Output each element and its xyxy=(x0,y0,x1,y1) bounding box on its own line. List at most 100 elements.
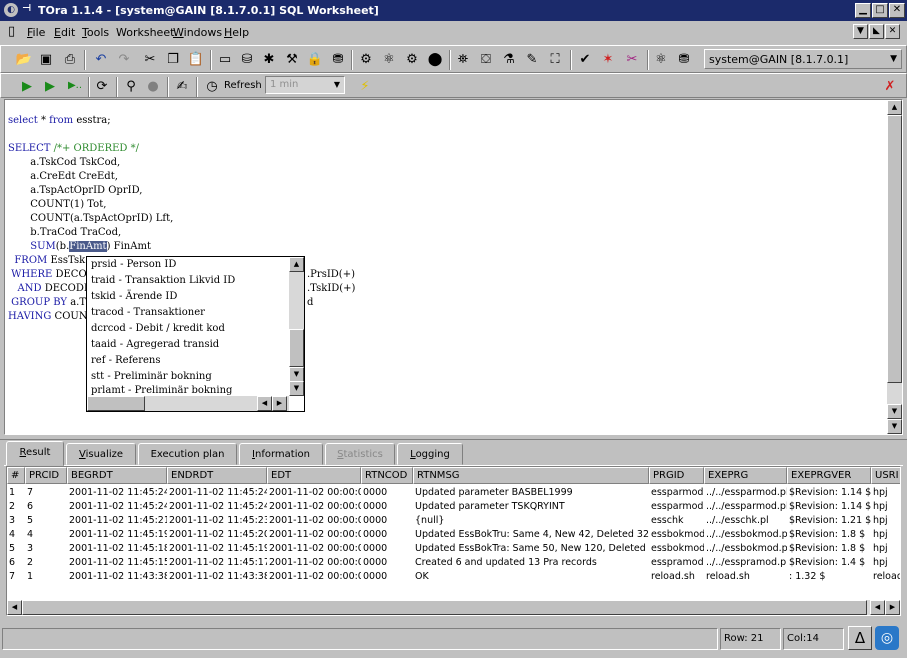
menu-help[interactable]: Help xyxy=(224,26,249,39)
scroll-down-button[interactable]: ▼ xyxy=(887,419,902,434)
tab-result[interactable]: Result xyxy=(6,441,64,466)
completion-item[interactable]: prsid - Person ID xyxy=(91,259,176,270)
menu-tools[interactable]: Tools xyxy=(82,26,109,39)
splitter[interactable] xyxy=(0,436,907,440)
menu-worksheet[interactable]: Worksheet xyxy=(116,26,174,39)
editor-vertical-scrollbar[interactable]: ▲ ▼ ▼ xyxy=(887,100,902,434)
completion-popup[interactable]: prsid - Person ID traid - Transaktion Li… xyxy=(86,256,305,412)
mdi-close-button[interactable]: ✕ xyxy=(885,24,900,39)
close-connection-icon[interactable]: ⛃ xyxy=(675,50,693,68)
tab-visualize[interactable]: Visualize xyxy=(66,443,136,465)
clear-icon[interactable]: ✗ xyxy=(881,77,899,95)
explain-plan-icon[interactable]: ✍ xyxy=(173,77,191,95)
completion-item[interactable]: traid - Transaktion Likvid ID xyxy=(91,275,235,286)
refresh-icon[interactable]: ⟳ xyxy=(93,77,111,95)
stop-icon[interactable]: ● xyxy=(144,77,162,95)
undo-icon[interactable]: ↶ xyxy=(92,50,110,68)
execute-step-icon[interactable]: ▶ xyxy=(41,77,59,95)
database-icon[interactable]: ⛃ xyxy=(329,50,347,68)
sql-output-icon[interactable]: ⚙ xyxy=(357,50,375,68)
completion-item[interactable]: tskid - Ärende ID xyxy=(91,291,177,302)
column-header[interactable]: EXEPRG xyxy=(704,467,787,484)
cut-icon[interactable]: ✂ xyxy=(141,50,159,68)
extract-icon[interactable]: ⛯ xyxy=(454,50,472,68)
storage-icon[interactable]: ⚒ xyxy=(283,50,301,68)
tuning-icon[interactable]: ⬤ xyxy=(426,50,444,68)
column-header[interactable]: USRI xyxy=(871,467,900,484)
object-icon[interactable]: ⛶ xyxy=(546,50,564,68)
completion-item[interactable]: taaid - Agregerad transid xyxy=(91,339,219,350)
title-bar[interactable]: ◐ ⊣ TOra 1.1.4 - [system@GAIN [8.1.7.0.1… xyxy=(0,0,907,21)
scroll-left-button[interactable]: ◀ xyxy=(7,600,22,615)
copy-icon[interactable]: ❐ xyxy=(164,50,182,68)
redo-icon[interactable]: ↷ xyxy=(115,50,133,68)
refresh-interval-select[interactable]: 1 min ▼ xyxy=(265,76,345,94)
scroll-left-button[interactable]: ◀ xyxy=(257,396,272,411)
scroll-thumb[interactable] xyxy=(289,329,304,367)
mdi-restore-button[interactable]: ◣ xyxy=(869,24,884,39)
connection-select[interactable]: system@GAIN [8.1.7.0.1] ▼ xyxy=(704,49,902,69)
rollback-star-icon[interactable]: ✶ xyxy=(599,50,617,68)
column-header[interactable]: PRCID xyxy=(25,467,67,484)
menu-file[interactable]: File xyxy=(27,26,45,39)
disconnect-icon[interactable]: ✂ xyxy=(623,50,641,68)
window-menu-icon[interactable]: ◐ xyxy=(4,3,18,17)
commit-icon[interactable]: ✔ xyxy=(576,50,594,68)
scroll-down-button[interactable]: ▼ xyxy=(887,404,902,419)
scroll-up-button[interactable]: ▲ xyxy=(289,257,304,272)
completion-item[interactable]: dcrcod - Debit / kredit kod xyxy=(91,323,225,334)
maximize-button[interactable]: □ xyxy=(872,3,888,18)
column-header[interactable]: EDT xyxy=(267,467,361,484)
scroll-thumb[interactable] xyxy=(22,600,867,615)
paste-icon[interactable]: 📋 xyxy=(187,50,205,68)
schema-browser-icon[interactable]: ⛁ xyxy=(238,50,256,68)
close-button[interactable]: ✕ xyxy=(889,3,905,18)
template-icon[interactable]: ⛋ xyxy=(477,50,495,68)
scroll-thumb[interactable] xyxy=(87,396,145,411)
tab-logging[interactable]: Logging xyxy=(397,443,463,465)
completion-item[interactable]: stt - Preliminär bokning xyxy=(91,371,212,382)
completion-horizontal-scrollbar[interactable]: ◀ ▶ xyxy=(87,396,289,411)
scroll-left-button[interactable]: ◀ xyxy=(870,600,885,615)
wand-icon[interactable]: ✎ xyxy=(523,50,541,68)
scroll-down-button[interactable]: ▼ xyxy=(289,381,304,396)
lightning-icon[interactable]: ⚡ xyxy=(356,77,374,95)
debugger-icon[interactable]: ✱ xyxy=(260,50,278,68)
open-file-icon[interactable]: 📂 xyxy=(15,50,33,68)
scroll-thumb[interactable] xyxy=(887,115,902,383)
new-sheet-icon[interactable]: ▭ xyxy=(216,50,234,68)
scroll-right-button[interactable]: ▶ xyxy=(885,600,900,615)
completion-vertical-scrollbar[interactable]: ▲ ▼ ▼ xyxy=(289,257,304,396)
column-header[interactable]: PRGID xyxy=(649,467,704,484)
menu-windows[interactable]: Windows xyxy=(173,26,222,39)
results-horizontal-scrollbar[interactable]: ◀ ◀ ▶ xyxy=(7,600,900,615)
mdi-minimize-button[interactable]: ▼ xyxy=(853,24,868,39)
tab-execution-plan[interactable]: Execution plan xyxy=(138,443,237,465)
scroll-down-button[interactable]: ▼ xyxy=(289,367,304,382)
completion-item[interactable]: tracod - Transaktioner xyxy=(91,307,205,318)
scroll-right-button[interactable]: ▶ xyxy=(272,396,287,411)
execute-all-icon[interactable]: ▶.. xyxy=(66,77,84,95)
delta-icon[interactable]: Δ xyxy=(848,626,872,650)
tab-information[interactable]: Information xyxy=(239,443,323,465)
rollback-icon[interactable]: ⚙ xyxy=(403,50,421,68)
completion-item[interactable]: ref - Referens xyxy=(91,355,160,366)
session-icon[interactable]: ⚛ xyxy=(380,50,398,68)
security-icon[interactable]: 🔒 xyxy=(306,50,324,68)
column-header[interactable]: EXEPRGVER xyxy=(787,467,871,484)
save-file-icon[interactable]: ▣ xyxy=(37,50,55,68)
scroll-up-button[interactable]: ▲ xyxy=(887,100,902,115)
menu-edit[interactable]: Edit xyxy=(54,26,75,39)
describe-icon[interactable]: ⚲ xyxy=(122,77,140,95)
minimize-button[interactable]: ▁ xyxy=(855,3,871,18)
column-header[interactable]: RTNCOD xyxy=(361,467,413,484)
print-icon[interactable]: ⎙ xyxy=(61,50,79,68)
column-header[interactable]: ENDRDT xyxy=(167,467,267,484)
analyze-icon[interactable]: ⚗ xyxy=(500,50,518,68)
new-connection-icon[interactable]: ⚛ xyxy=(652,50,670,68)
execute-icon[interactable]: ▶ xyxy=(18,77,36,95)
column-header[interactable]: BEGRDT xyxy=(67,467,167,484)
results-table[interactable]: # PRCID BEGRDT ENDRDT EDT RTNCOD RTNMSG … xyxy=(6,466,901,616)
column-header[interactable]: RTNMSG xyxy=(413,467,649,484)
column-header[interactable]: # xyxy=(7,467,25,484)
